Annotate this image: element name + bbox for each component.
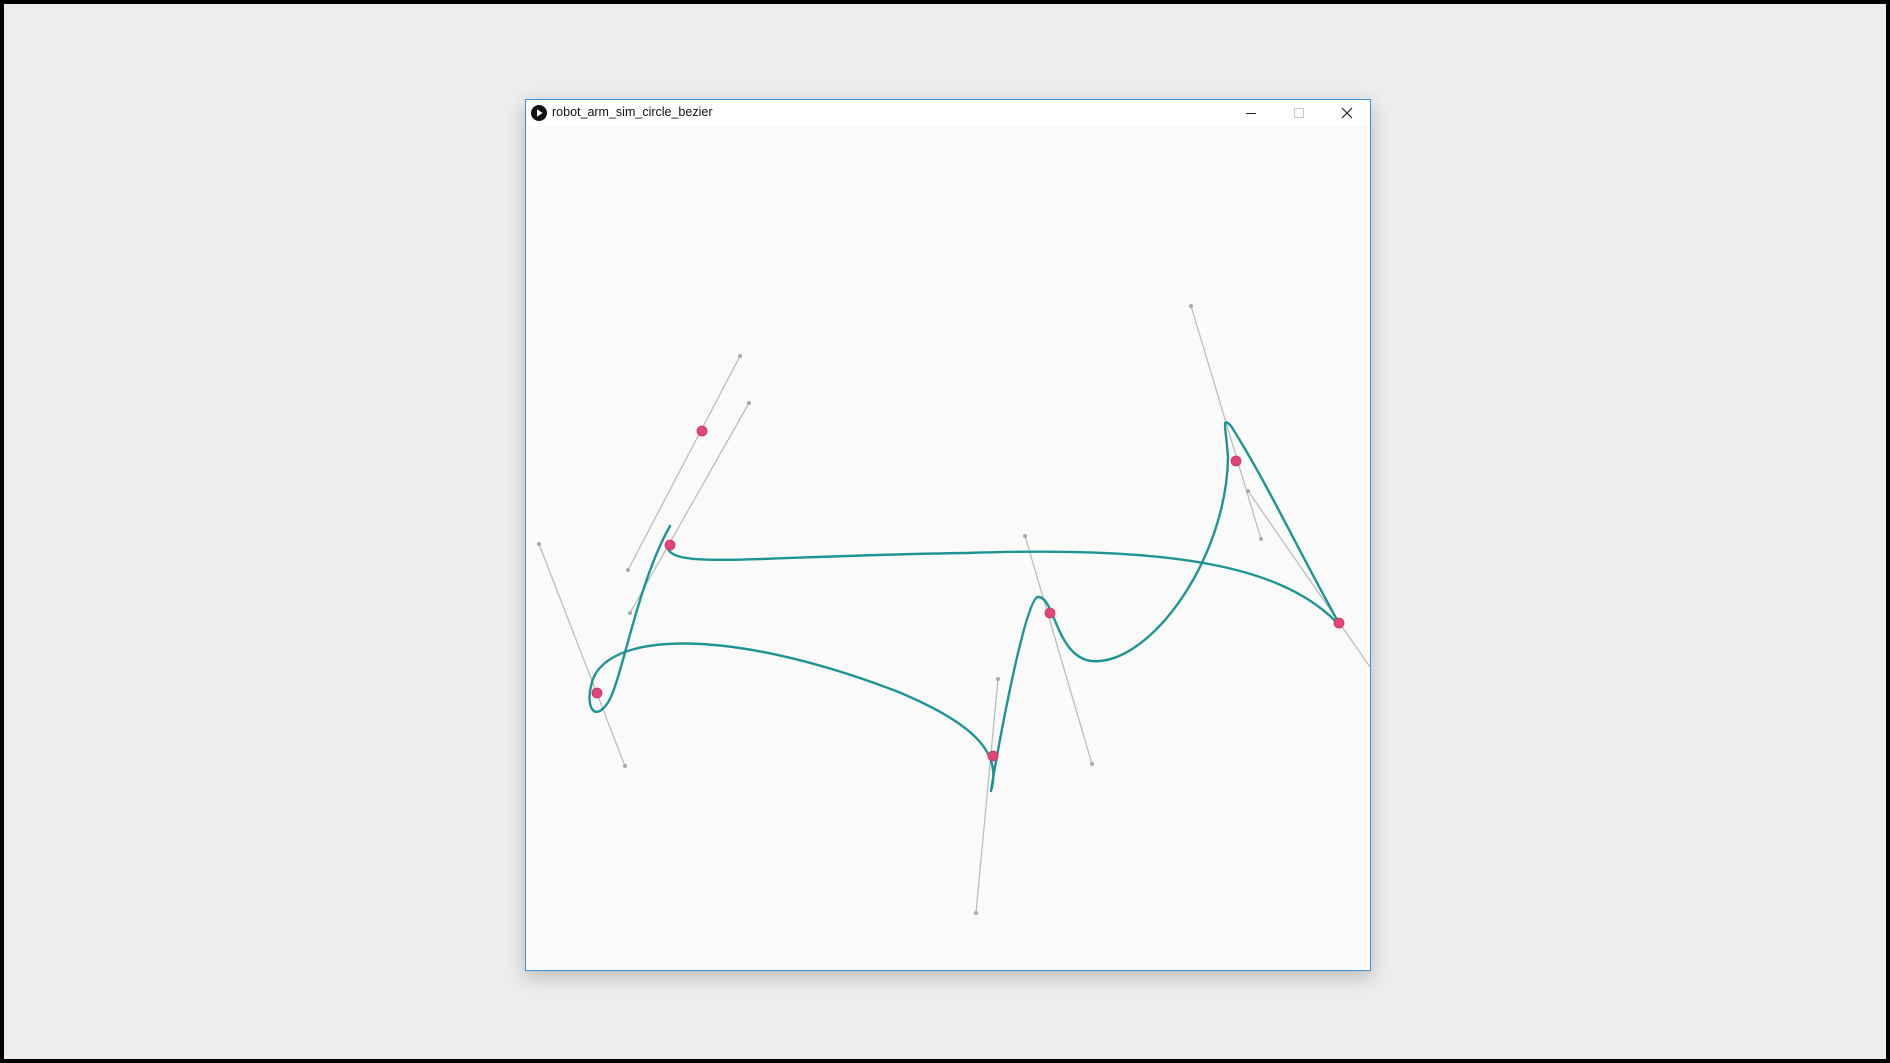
anchor-point[interactable] bbox=[1333, 617, 1345, 629]
maximize-button[interactable] bbox=[1276, 100, 1322, 126]
handle-line bbox=[538, 543, 626, 767]
app-window: robot_arm_sim_circle_bezier bbox=[525, 99, 1371, 971]
handle-dot[interactable] bbox=[974, 911, 978, 915]
anchor-points bbox=[591, 425, 1345, 762]
handle-dot[interactable] bbox=[628, 611, 632, 615]
handle-dot[interactable] bbox=[747, 401, 751, 405]
close-button[interactable] bbox=[1324, 100, 1370, 126]
handle-dot[interactable] bbox=[1023, 534, 1027, 538]
handle-line bbox=[629, 402, 750, 614]
bezier-curve bbox=[588, 421, 1343, 793]
anchor-point[interactable] bbox=[696, 425, 708, 437]
anchor-point[interactable] bbox=[664, 539, 676, 551]
desktop: robot_arm_sim_circle_bezier bbox=[4, 4, 1886, 1059]
handle-dot[interactable] bbox=[626, 568, 630, 572]
handle-line bbox=[1024, 535, 1093, 765]
handle-dot[interactable] bbox=[623, 764, 627, 768]
close-icon bbox=[1341, 107, 1353, 119]
anchor-point[interactable] bbox=[1044, 607, 1056, 619]
minimize-button[interactable] bbox=[1228, 100, 1274, 126]
handle-line bbox=[975, 678, 999, 914]
minimize-icon bbox=[1246, 113, 1256, 114]
anchor-point[interactable] bbox=[591, 687, 603, 699]
handle-dot[interactable] bbox=[537, 542, 541, 546]
handle-dot[interactable] bbox=[1259, 537, 1263, 541]
handle-line bbox=[627, 355, 741, 571]
anchor-point[interactable] bbox=[1230, 455, 1242, 467]
title-bar[interactable]: robot_arm_sim_circle_bezier bbox=[526, 100, 1370, 126]
handle-dots bbox=[537, 304, 1263, 915]
control-handles bbox=[538, 305, 1370, 914]
bezier-canvas[interactable] bbox=[526, 126, 1370, 970]
handle-dot[interactable] bbox=[1189, 304, 1193, 308]
handle-dot[interactable] bbox=[996, 677, 1000, 681]
maximize-icon bbox=[1294, 108, 1304, 118]
handle-dot[interactable] bbox=[1246, 489, 1250, 493]
window-title: robot_arm_sim_circle_bezier bbox=[552, 105, 713, 119]
anchor-point[interactable] bbox=[987, 750, 999, 762]
handle-dot[interactable] bbox=[738, 354, 742, 358]
play-circle-icon bbox=[531, 105, 547, 121]
handle-dot[interactable] bbox=[1090, 762, 1094, 766]
